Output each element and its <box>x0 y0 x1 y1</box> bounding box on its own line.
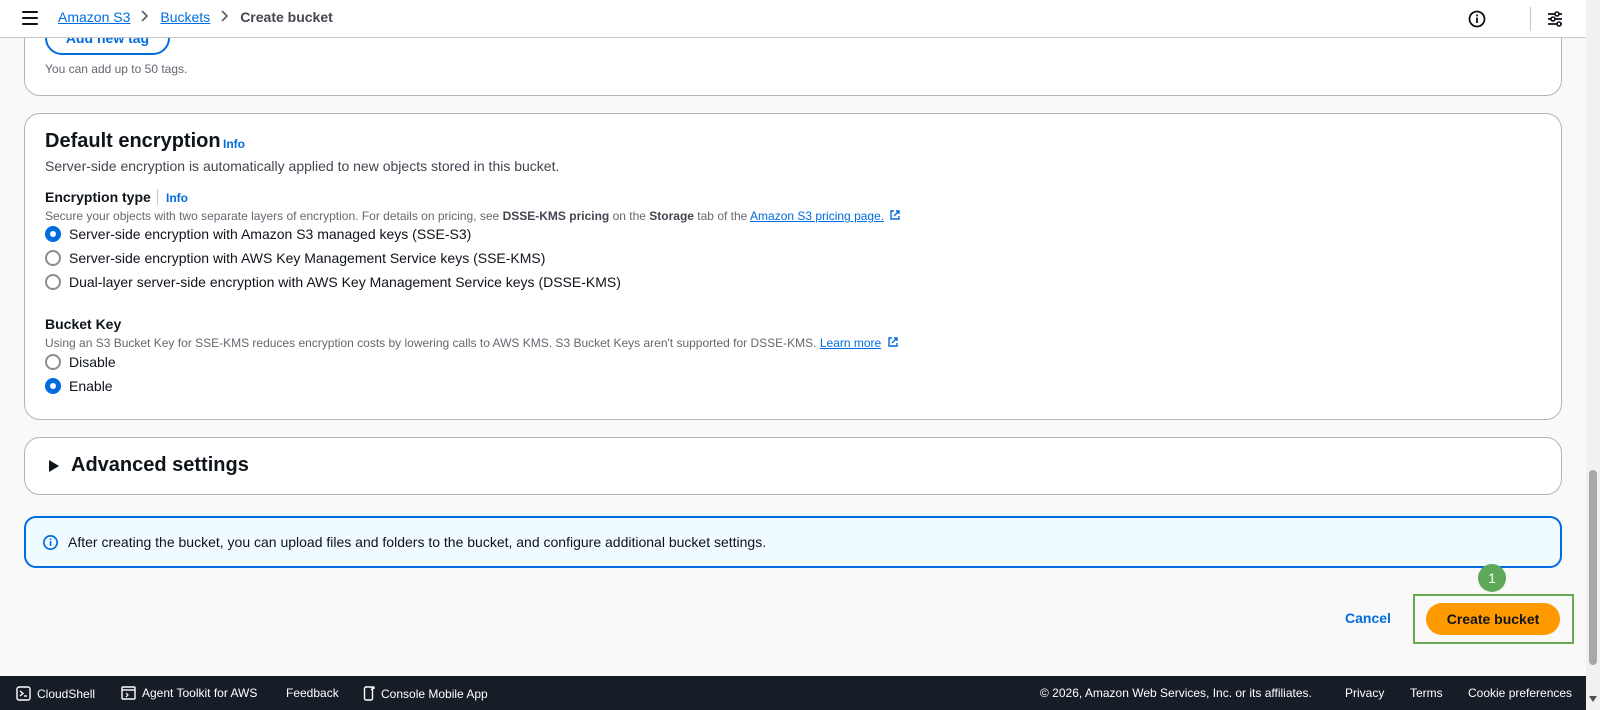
default-encryption-card: Default encryption Info Server-side encr… <box>24 113 1562 420</box>
radio-label: Enable <box>69 378 113 394</box>
desc-bold-storage: Storage <box>649 209 694 223</box>
agent-toolkit-button[interactable]: Agent Toolkit for AWS <box>121 686 257 700</box>
radio-bucket-key-enable[interactable]: Enable <box>45 378 113 394</box>
privacy-link[interactable]: Privacy <box>1345 686 1384 700</box>
console-mobile-app-label: Console Mobile App <box>381 686 488 701</box>
create-bucket-button[interactable]: Create bucket <box>1426 603 1560 635</box>
advanced-settings-title: Advanced settings <box>71 454 249 476</box>
step-badge: 1 <box>1478 564 1506 592</box>
menu-icon[interactable] <box>22 11 38 25</box>
vertical-scrollbar[interactable] <box>1586 0 1600 710</box>
radio-button[interactable] <box>45 274 61 290</box>
chevron-right-icon <box>221 9 229 25</box>
radio-dsse-kms[interactable]: Dual-layer server-side encryption with A… <box>45 274 621 290</box>
radio-button-checked[interactable] <box>45 378 61 394</box>
alert-text: After creating the bucket, you can uploa… <box>68 534 767 550</box>
cloudshell-label: CloudShell <box>37 686 96 701</box>
encryption-type-info-link[interactable]: Info <box>166 191 188 205</box>
chevron-right-icon <box>141 9 149 25</box>
window-icon <box>121 686 136 700</box>
bucket-key-label: Bucket Key <box>45 316 122 332</box>
bucket-key-description: Using an S3 Bucket Key for SSE-KMS reduc… <box>45 336 899 351</box>
header-divider <box>1530 7 1531 31</box>
cloudshell-button[interactable]: CloudShell <box>16 686 95 701</box>
top-header: Amazon S3 Buckets Create bucket <box>0 0 1586 38</box>
desc-text: Using an S3 Bucket Key for SSE-KMS reduc… <box>45 336 820 350</box>
feedback-link[interactable]: Feedback <box>286 686 339 700</box>
radio-label: Server-side encryption with AWS Key Mana… <box>69 250 546 266</box>
agent-toolkit-label: Agent Toolkit for AWS <box>142 686 258 700</box>
info-icon[interactable] <box>1467 9 1487 29</box>
cookie-preferences-link[interactable]: Cookie preferences <box>1468 686 1572 700</box>
radio-sse-kms[interactable]: Server-side encryption with AWS Key Mana… <box>45 250 545 266</box>
cancel-button[interactable]: Cancel <box>1345 610 1391 626</box>
radio-label: Dual-layer server-side encryption with A… <box>69 274 621 290</box>
footer: CloudShell Agent Toolkit for AWS Feedbac… <box>0 676 1586 710</box>
copyright: © 2026, Amazon Web Services, Inc. or its… <box>1040 686 1312 700</box>
default-encryption-info-link[interactable]: Info <box>223 137 245 151</box>
encryption-type-description: Secure your objects with two separate la… <box>45 209 901 224</box>
radio-label: Disable <box>69 354 116 370</box>
label-divider <box>157 189 158 205</box>
terms-label: Terms <box>1410 686 1443 700</box>
scroll-down-arrow-icon[interactable] <box>1589 696 1597 702</box>
radio-button[interactable] <box>45 354 61 370</box>
desc-bold-dsse-kms-pricing: DSSE-KMS pricing <box>502 209 610 223</box>
info-icon <box>42 534 59 554</box>
caret-right-icon <box>49 460 59 472</box>
encryption-type-label: Encryption type <box>45 189 151 205</box>
scrollbar-thumb[interactable] <box>1589 470 1597 665</box>
settings-sliders-icon[interactable] <box>1545 9 1565 29</box>
radio-sse-s3[interactable]: Server-side encryption with Amazon S3 ma… <box>45 226 471 242</box>
default-encryption-description: Server-side encryption is automatically … <box>45 158 560 174</box>
breadcrumb-current: Create bucket <box>240 9 333 25</box>
radio-bucket-key-disable[interactable]: Disable <box>45 354 116 370</box>
radio-button-checked[interactable] <box>45 226 61 242</box>
cookie-preferences-label: Cookie preferences <box>1468 686 1573 700</box>
s3-pricing-page-link[interactable]: Amazon S3 pricing page. <box>750 209 884 223</box>
default-encryption-title: Default encryption <box>45 130 221 152</box>
learn-more-link[interactable]: Learn more <box>820 336 881 350</box>
desc-text: Secure your objects with two separate la… <box>45 209 503 223</box>
console-mobile-app-link[interactable]: Console Mobile App <box>363 686 488 701</box>
desc-text: tab of the <box>693 209 751 223</box>
breadcrumb-amazon-s3[interactable]: Amazon S3 <box>58 9 130 25</box>
terminal-icon <box>16 686 31 701</box>
external-link-icon <box>889 209 901 224</box>
desc-text: on the <box>609 209 650 223</box>
tags-hint: You can add up to 50 tags. <box>45 62 188 76</box>
external-link-icon <box>887 336 899 351</box>
terms-link[interactable]: Terms <box>1410 686 1443 700</box>
info-alert: After creating the bucket, you can uploa… <box>24 516 1562 568</box>
privacy-label: Privacy <box>1345 686 1385 700</box>
breadcrumb: Amazon S3 Buckets Create bucket <box>58 9 333 25</box>
mobile-phone-icon <box>363 686 375 701</box>
radio-button[interactable] <box>45 250 61 266</box>
breadcrumb-buckets[interactable]: Buckets <box>160 9 210 25</box>
radio-label: Server-side encryption with Amazon S3 ma… <box>69 226 472 242</box>
feedback-label: Feedback <box>286 686 339 700</box>
advanced-settings-expander[interactable]: Advanced settings <box>24 437 1562 495</box>
